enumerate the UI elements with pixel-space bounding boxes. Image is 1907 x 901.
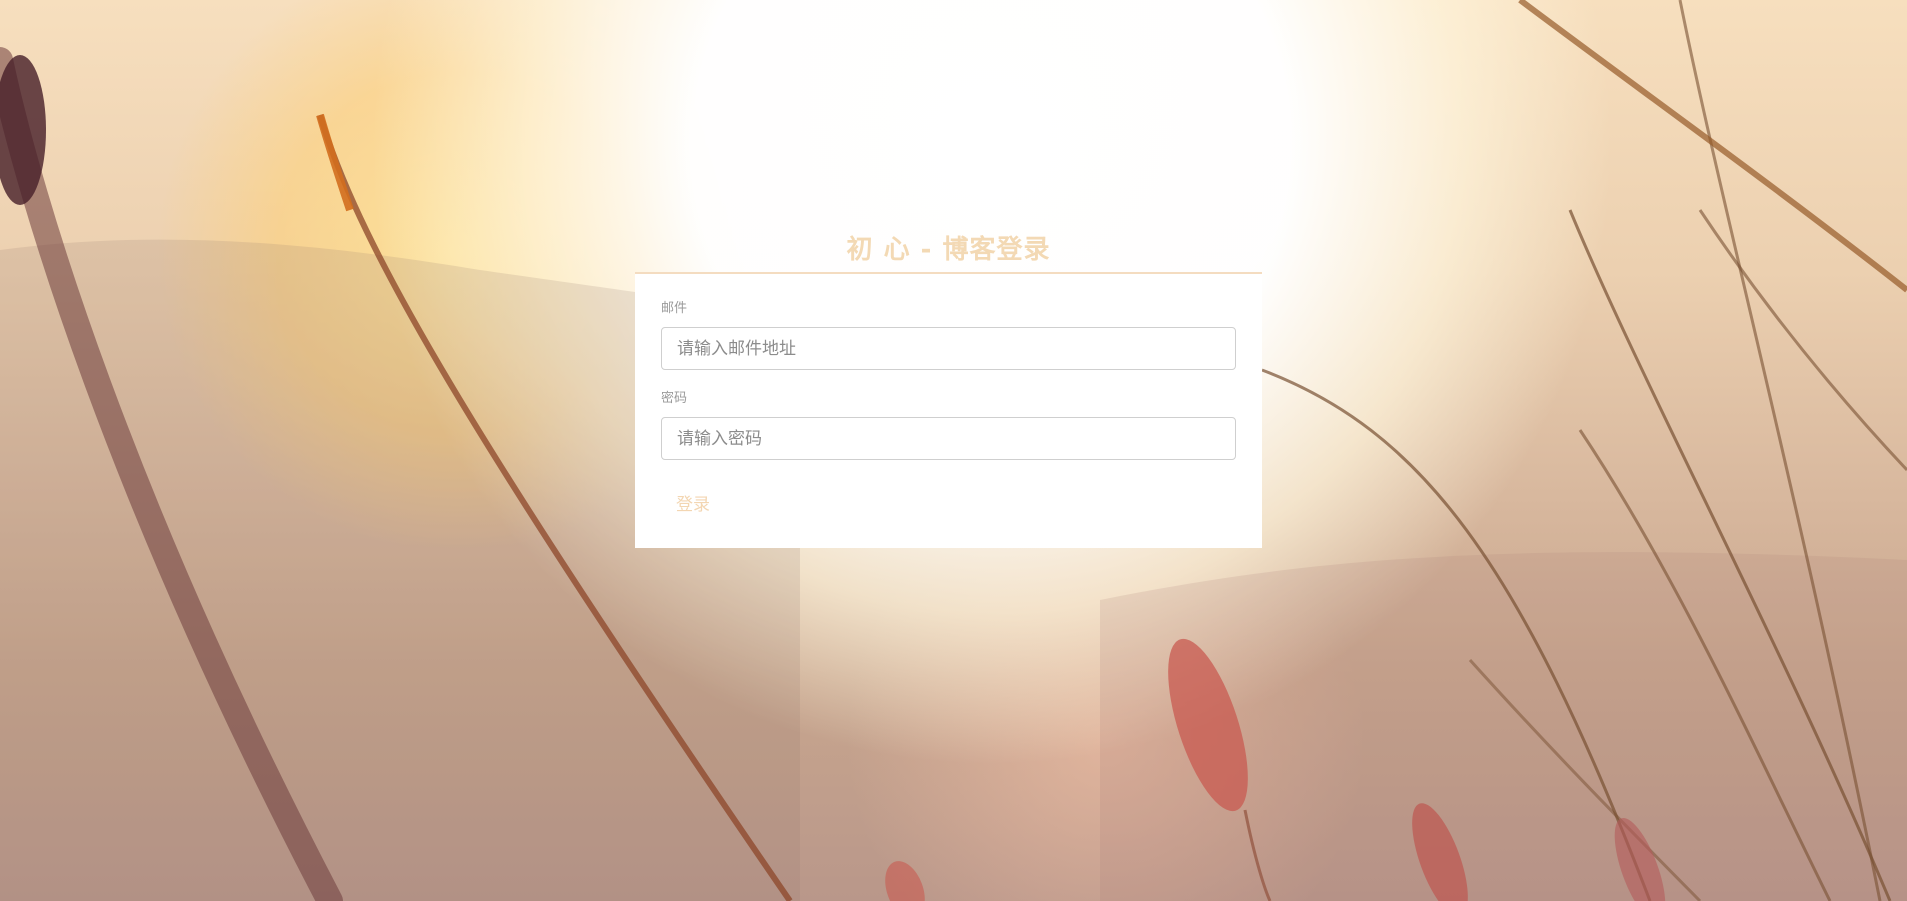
password-input[interactable] [661, 417, 1236, 460]
login-card: 初 心 - 博客登录 邮件 密码 登录 [635, 224, 1262, 548]
login-button[interactable]: 登录 [661, 486, 725, 519]
email-input[interactable] [661, 327, 1236, 370]
password-label: 密码 [661, 391, 688, 406]
email-label: 邮件 [661, 301, 688, 316]
login-title: 初 心 - 博客登录 [846, 235, 1051, 265]
login-form: 邮件 密码 登录 [635, 274, 1262, 548]
